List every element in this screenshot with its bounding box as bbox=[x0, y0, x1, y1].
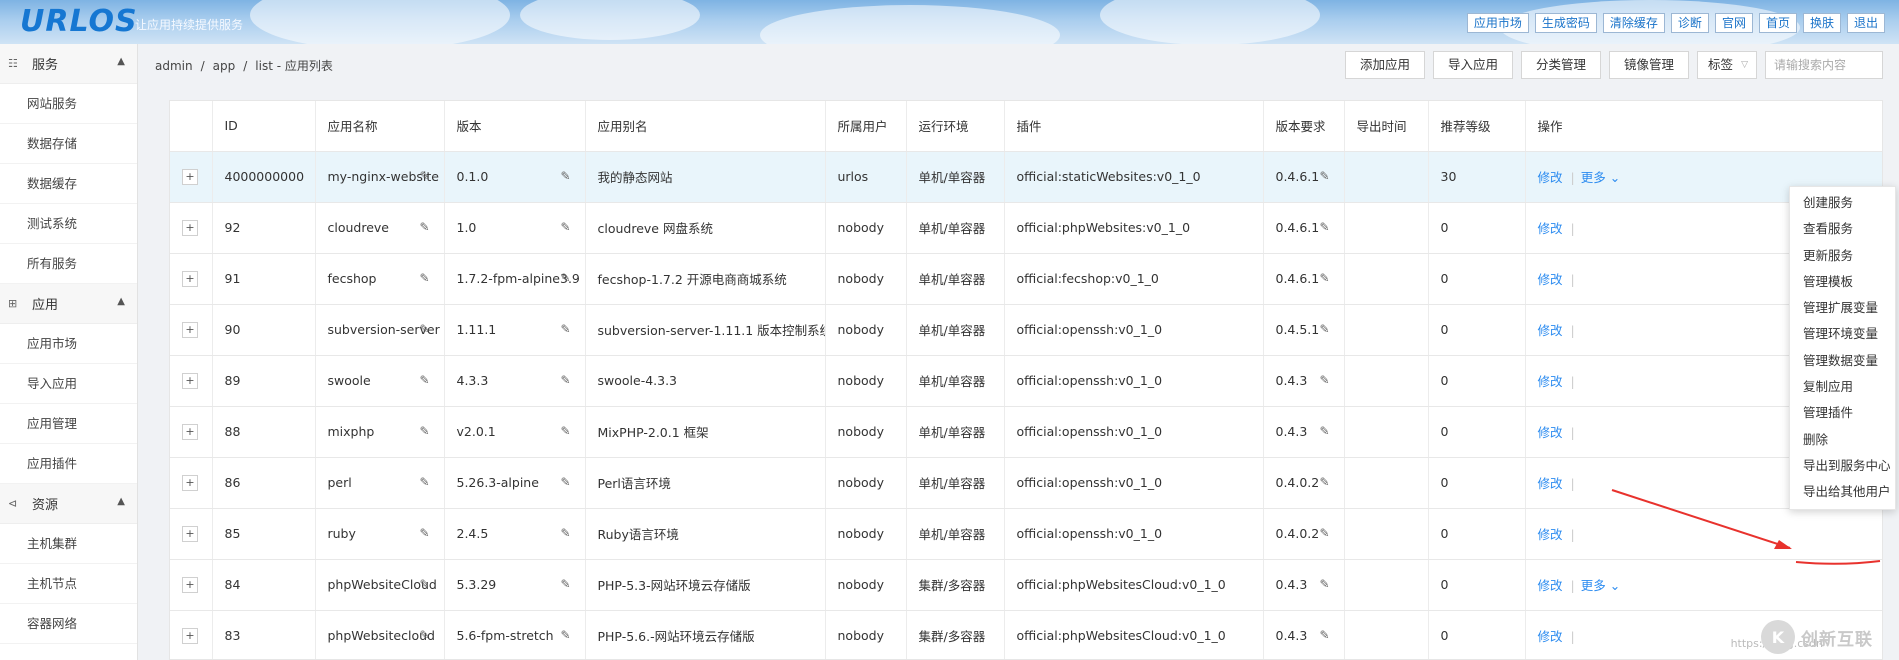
annotation-underline bbox=[1795, 560, 1881, 565]
annotation-overlay bbox=[1611, 489, 1881, 565]
annotation-arrow bbox=[1611, 489, 1791, 549]
annotation-arrowhead bbox=[1774, 540, 1792, 549]
brand-logo-icon: K bbox=[1761, 620, 1795, 654]
brand-watermark: K 创新互联 bbox=[1761, 618, 1893, 656]
brand-name: 创新互联 bbox=[1801, 629, 1873, 650]
